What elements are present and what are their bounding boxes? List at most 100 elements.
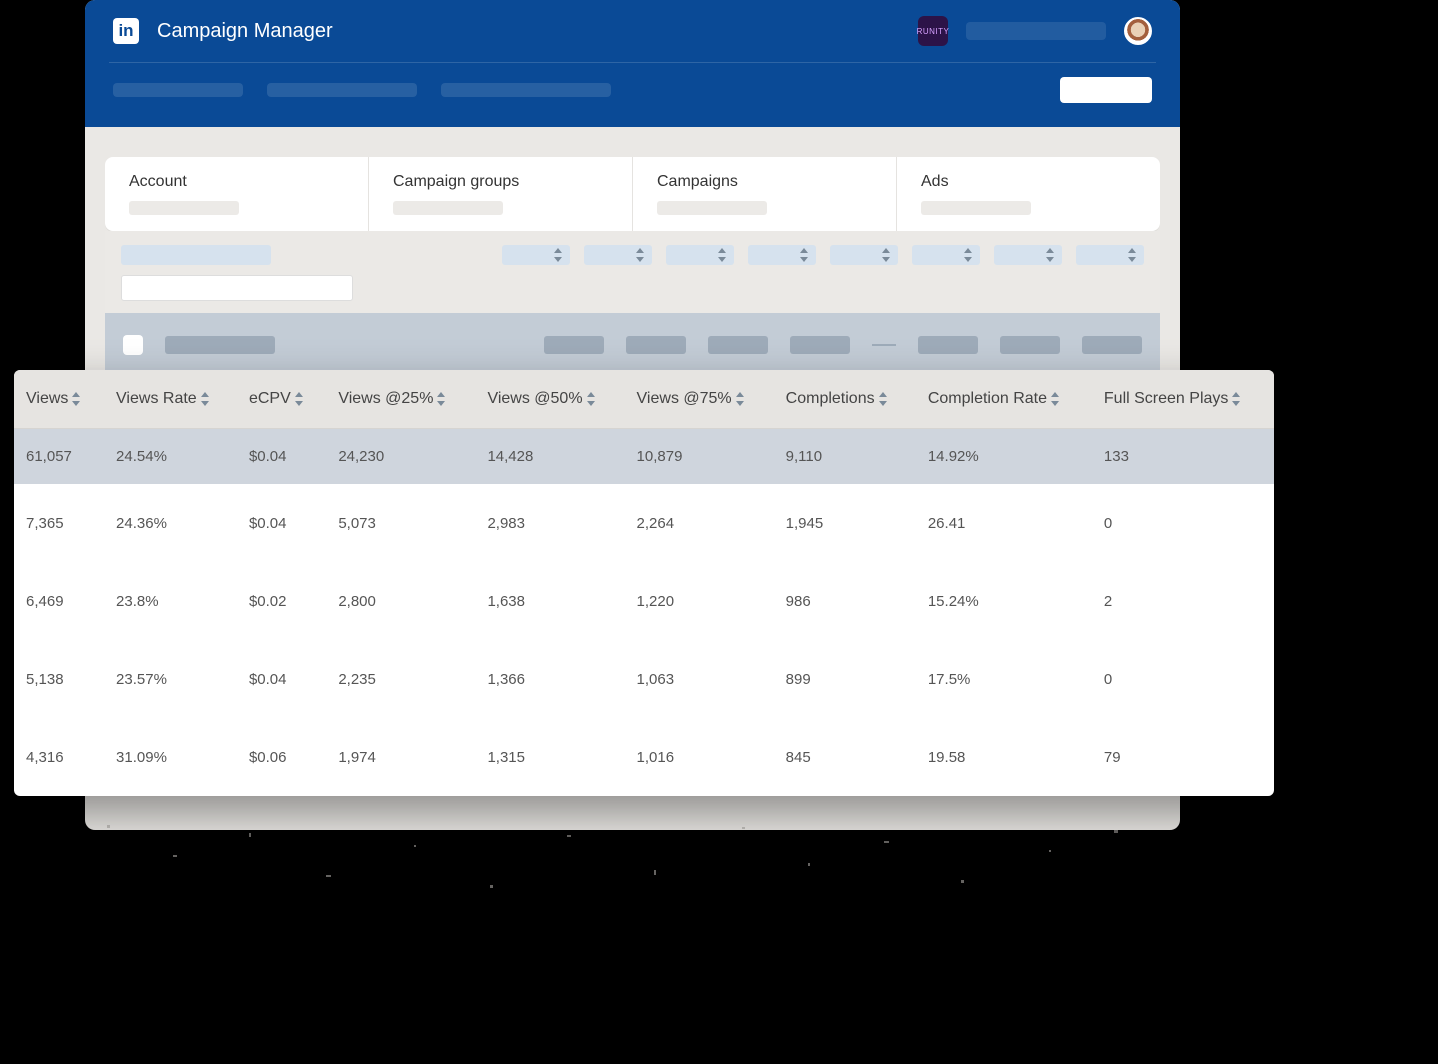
cell: $0.02 [237, 562, 326, 640]
summary-row: 61,057 24.54% $0.04 24,230 14,428 10,879… [14, 428, 1274, 484]
sort-icon [72, 392, 82, 406]
cell: 5,073 [326, 484, 475, 562]
shadow-scatter [85, 815, 1180, 935]
cell: 2,983 [475, 484, 624, 562]
search-input[interactable] [121, 275, 353, 301]
column-headers: Views Views Rate eCPV Views @25% Views @… [14, 370, 1274, 428]
cell: 5,138 [14, 640, 104, 718]
column-sort[interactable] [748, 245, 816, 265]
column-sort[interactable] [1076, 245, 1144, 265]
cell: 899 [774, 640, 916, 718]
cell: 6,469 [14, 562, 104, 640]
column-sort[interactable] [666, 245, 734, 265]
tab-label: Ads [921, 173, 1136, 191]
column-sort[interactable] [830, 245, 898, 265]
sort-icon [636, 248, 646, 262]
sort-icon [882, 248, 892, 262]
col-completions[interactable]: Completions [774, 370, 916, 428]
cell: 14.92% [916, 428, 1092, 484]
cell: 1,974 [326, 718, 475, 796]
col-views-75[interactable]: Views @75% [625, 370, 774, 428]
cell: 26.41 [916, 484, 1092, 562]
select-all-checkbox[interactable] [123, 335, 143, 355]
cell: 17.5% [916, 640, 1092, 718]
column-sort[interactable] [994, 245, 1062, 265]
cell: 24.36% [104, 484, 237, 562]
cell: 15.24% [916, 562, 1092, 640]
sort-icon [587, 392, 597, 406]
account-selector-placeholder[interactable] [966, 22, 1106, 40]
column-sort[interactable] [502, 245, 570, 265]
cell: 9,110 [774, 428, 916, 484]
tab-value-placeholder [921, 201, 1031, 215]
nav-placeholder-2[interactable] [267, 83, 417, 97]
filters-bar [105, 231, 1160, 313]
primary-action-button[interactable] [1060, 77, 1152, 103]
tab-label: Account [129, 173, 344, 191]
sort-icon [1046, 248, 1056, 262]
nav-placeholder-3[interactable] [441, 83, 611, 97]
filter-chip[interactable] [121, 245, 271, 265]
table-row[interactable]: 4,316 31.09% $0.06 1,974 1,315 1,016 845… [14, 718, 1274, 796]
tab-ads[interactable]: Ads [897, 157, 1160, 231]
brand-badge[interactable]: RUNITY [918, 16, 948, 46]
tab-value-placeholder [657, 201, 767, 215]
column-sort[interactable] [912, 245, 980, 265]
cell: 1,366 [475, 640, 624, 718]
sort-icon [800, 248, 810, 262]
cell: 1,220 [625, 562, 774, 640]
col-placeholder [1000, 336, 1060, 354]
cell: 23.57% [104, 640, 237, 718]
column-sort[interactable] [584, 245, 652, 265]
cell: 986 [774, 562, 916, 640]
cell: 24,230 [326, 428, 475, 484]
cell: $0.04 [237, 428, 326, 484]
sort-icon [295, 392, 305, 406]
col-views-rate[interactable]: Views Rate [104, 370, 237, 428]
cell: 1,063 [625, 640, 774, 718]
cell: 7,365 [14, 484, 104, 562]
col-full-screen-plays[interactable]: Full Screen Plays [1092, 370, 1274, 428]
col-placeholder [790, 336, 850, 354]
tab-campaign-groups[interactable]: Campaign groups [369, 157, 633, 231]
app-title: Campaign Manager [157, 20, 900, 43]
cell: 4,316 [14, 718, 104, 796]
cell: 1,315 [475, 718, 624, 796]
sort-icon [1232, 392, 1242, 406]
video-metrics-table: Views Views Rate eCPV Views @25% Views @… [14, 370, 1274, 796]
sort-icon [879, 392, 889, 406]
table-row[interactable]: 6,469 23.8% $0.02 2,800 1,638 1,220 986 … [14, 562, 1274, 640]
sort-icon [736, 392, 746, 406]
table-row[interactable]: 5,138 23.57% $0.04 2,235 1,366 1,063 899… [14, 640, 1274, 718]
cell: 1,945 [774, 484, 916, 562]
nav-placeholder-1[interactable] [113, 83, 243, 97]
tab-value-placeholder [129, 201, 239, 215]
cell: 61,057 [14, 428, 104, 484]
col-views-50[interactable]: Views @50% [475, 370, 624, 428]
cell: 1,016 [625, 718, 774, 796]
col-placeholder [626, 336, 686, 354]
cell: 2,264 [625, 484, 774, 562]
cell: 24.54% [104, 428, 237, 484]
cell: 2 [1092, 562, 1274, 640]
col-placeholder-dash [872, 344, 896, 346]
col-views-25[interactable]: Views @25% [326, 370, 475, 428]
tab-value-placeholder [393, 201, 503, 215]
sort-icon [554, 248, 564, 262]
col-completion-rate[interactable]: Completion Rate [916, 370, 1092, 428]
cell: 2,235 [326, 640, 475, 718]
col-views[interactable]: Views [14, 370, 104, 428]
col-ecpv[interactable]: eCPV [237, 370, 326, 428]
table-row[interactable]: 7,365 24.36% $0.04 5,073 2,983 2,264 1,9… [14, 484, 1274, 562]
cell: 31.09% [104, 718, 237, 796]
tab-campaigns[interactable]: Campaigns [633, 157, 897, 231]
sort-icon [964, 248, 974, 262]
sort-icon [437, 392, 447, 406]
cell: 79 [1092, 718, 1274, 796]
cell: 23.8% [104, 562, 237, 640]
cell: 0 [1092, 640, 1274, 718]
avatar[interactable] [1124, 17, 1152, 45]
cell: $0.06 [237, 718, 326, 796]
col-placeholder [544, 336, 604, 354]
tab-account[interactable]: Account [105, 157, 369, 231]
